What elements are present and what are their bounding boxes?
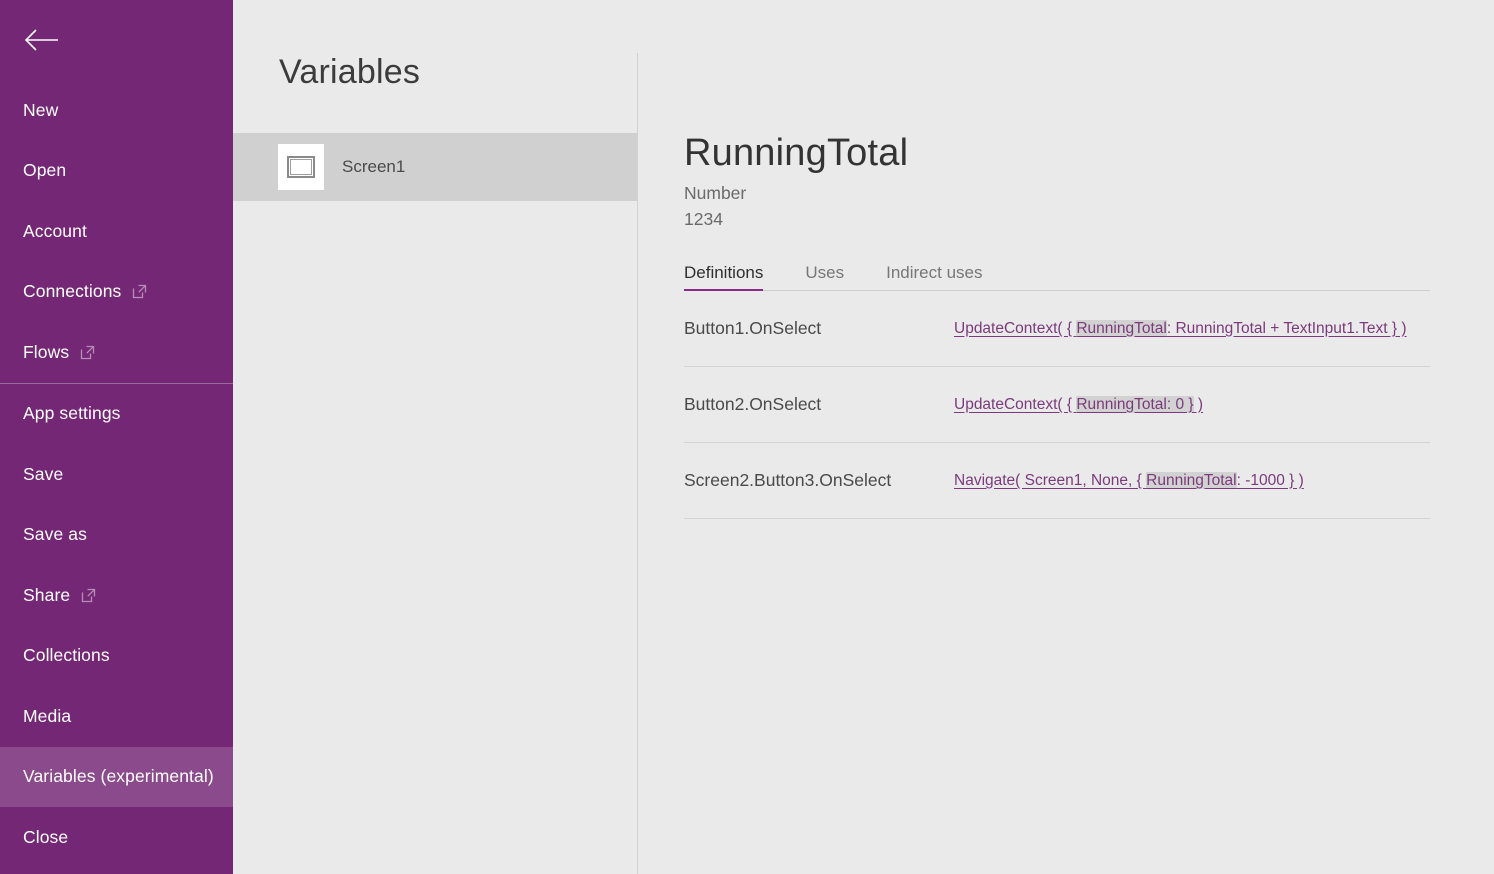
definition-formula-link[interactable]: UpdateContext( { RunningTotal: RunningTo… bbox=[954, 320, 1407, 338]
sidebar-item-label: Flows bbox=[23, 344, 69, 362]
tab-uses[interactable]: Uses bbox=[805, 263, 844, 290]
app-root: New Open Account Connections Flows App settin… bbox=[0, 0, 1494, 874]
sidebar-item-collections[interactable]: Collections bbox=[0, 626, 233, 687]
definition-key: Screen2.Button3.OnSelect bbox=[684, 470, 954, 491]
variable-value: 1234 bbox=[684, 209, 1494, 229]
screen-list-item-label: Screen1 bbox=[342, 157, 405, 177]
sidebar-item-label: Collections bbox=[23, 647, 110, 665]
sidebar-item-label: New bbox=[23, 102, 58, 120]
sidebar-item-label: Close bbox=[23, 829, 68, 847]
sidebar-item-new[interactable]: New bbox=[0, 80, 233, 141]
variable-detail-panel: RunningTotal Number 1234 Definitions Uses… bbox=[638, 0, 1494, 874]
definition-formula-link[interactable]: UpdateContext( { RunningTotal: 0 } ) bbox=[954, 396, 1203, 414]
sidebar-item-connections[interactable]: Connections bbox=[0, 262, 233, 323]
screen-icon bbox=[278, 144, 324, 190]
sidebar-item-open[interactable]: Open bbox=[0, 141, 233, 202]
formula-text-after: ) bbox=[1194, 396, 1203, 413]
sidebar-item-share[interactable]: Share bbox=[0, 565, 233, 626]
arrow-left-icon bbox=[22, 27, 60, 53]
sidebar-item-save-as[interactable]: Save as bbox=[0, 505, 233, 566]
formula-text-after: : RunningTotal + TextInput1.Text } ) bbox=[1167, 320, 1407, 337]
sidebar-item-label: Variables (experimental) bbox=[23, 768, 214, 786]
variable-type: Number bbox=[684, 183, 1494, 203]
external-link-icon bbox=[132, 284, 147, 299]
sidebar-item-media[interactable]: Media bbox=[0, 686, 233, 747]
sidebar-item-label: Media bbox=[23, 708, 71, 726]
external-link-icon bbox=[80, 345, 95, 360]
formula-text-before: UpdateContext( { bbox=[954, 396, 1076, 413]
formula-text-after: : -1000 } ) bbox=[1237, 472, 1304, 489]
sidebar-item-flows[interactable]: Flows bbox=[0, 322, 233, 383]
sidebar-item-variables-experimental[interactable]: Variables (experimental) bbox=[0, 747, 233, 808]
definition-row: Button1.OnSelectUpdateContext( { Running… bbox=[684, 291, 1430, 367]
screen-list-item[interactable]: Screen1 bbox=[233, 133, 638, 201]
variables-list-panel: Variables Screen1 bbox=[233, 0, 638, 874]
back-button[interactable] bbox=[0, 0, 233, 80]
formula-text-before: UpdateContext( { bbox=[954, 320, 1076, 337]
sidebar-nav-list: New Open Account Connections Flows App settin… bbox=[0, 80, 233, 868]
left-sidebar: New Open Account Connections Flows App settin… bbox=[0, 0, 233, 874]
sidebar-item-label: Connections bbox=[23, 283, 121, 301]
definition-key: Button2.OnSelect bbox=[684, 394, 954, 415]
tab-indirect-uses[interactable]: Indirect uses bbox=[886, 263, 982, 290]
sidebar-item-label: Save as bbox=[23, 526, 87, 544]
definitions-table: Button1.OnSelectUpdateContext( { Running… bbox=[684, 291, 1430, 519]
formula-highlight: RunningTotal bbox=[1146, 472, 1236, 489]
sidebar-item-close[interactable]: Close bbox=[0, 807, 233, 868]
sidebar-item-save[interactable]: Save bbox=[0, 444, 233, 505]
formula-text-before: Navigate( Screen1, None, { bbox=[954, 472, 1146, 489]
formula-highlight: RunningTotal bbox=[1076, 320, 1166, 337]
sidebar-item-label: Open bbox=[23, 162, 66, 180]
panel-title: Variables bbox=[233, 0, 638, 89]
formula-highlight: RunningTotal: 0 } bbox=[1076, 396, 1193, 413]
sidebar-item-account[interactable]: Account bbox=[0, 201, 233, 262]
sidebar-item-label: App settings bbox=[23, 405, 121, 423]
definition-row: Button2.OnSelectUpdateContext( { Running… bbox=[684, 367, 1430, 443]
sidebar-item-label: Save bbox=[23, 466, 63, 484]
detail-tabs: Definitions Uses Indirect uses bbox=[684, 261, 1430, 291]
external-link-icon bbox=[81, 588, 96, 603]
definition-row: Screen2.Button3.OnSelectNavigate( Screen… bbox=[684, 443, 1430, 519]
sidebar-item-app-settings[interactable]: App settings bbox=[0, 384, 233, 445]
variable-name: RunningTotal bbox=[684, 134, 1494, 174]
sidebar-item-label: Account bbox=[23, 223, 87, 241]
definition-formula-link[interactable]: Navigate( Screen1, None, { RunningTotal:… bbox=[954, 472, 1304, 490]
sidebar-item-label: Share bbox=[23, 587, 70, 605]
definition-key: Button1.OnSelect bbox=[684, 318, 954, 339]
tab-definitions[interactable]: Definitions bbox=[684, 263, 763, 290]
